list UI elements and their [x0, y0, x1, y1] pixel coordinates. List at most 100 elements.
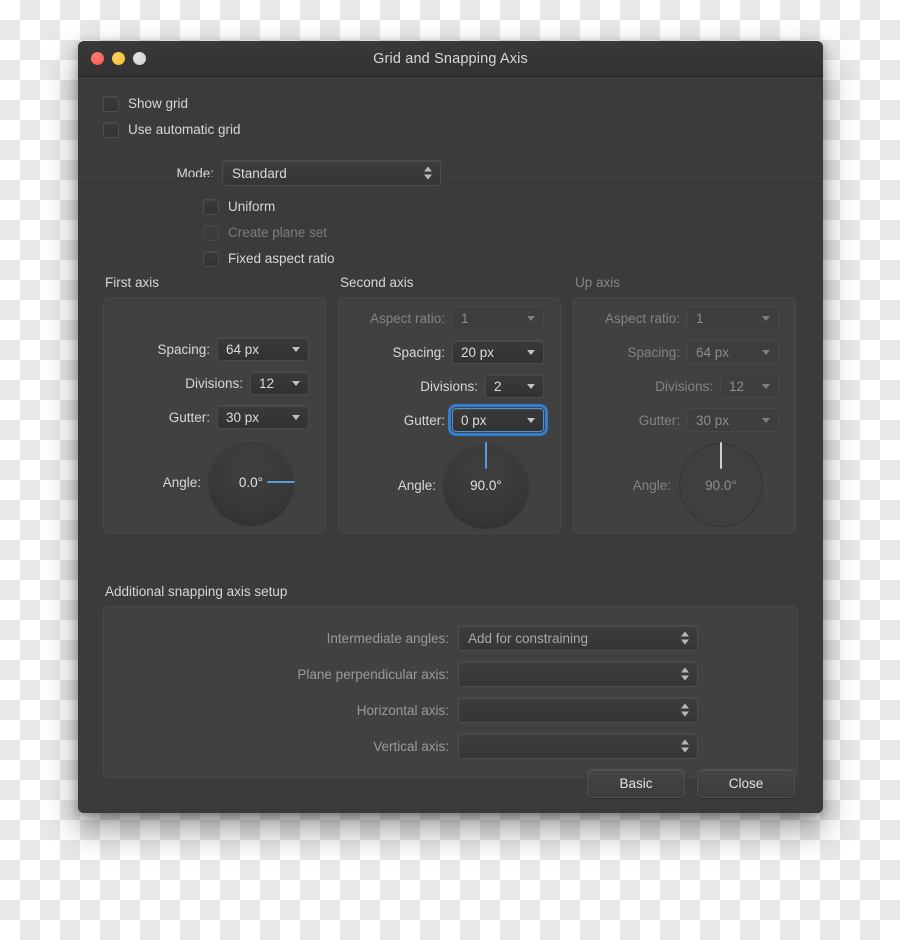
- window-title: Grid and Snapping Axis: [373, 50, 528, 67]
- window-titlebar[interactable]: Grid and Snapping Axis: [78, 41, 823, 77]
- fixed-aspect-ratio-checkbox[interactable]: [203, 250, 219, 267]
- second-axis-aspect-ratio-value: 1: [461, 310, 469, 326]
- plane-perpendicular-axis-select[interactable]: [458, 661, 698, 687]
- vertical-axis-select[interactable]: [458, 733, 698, 759]
- second-axis-gutter-select[interactable]: 0 px: [448, 404, 548, 436]
- up-axis-spacing-row: Spacing: 64 px: [574, 340, 779, 364]
- checkbox-row-uniform[interactable]: Uniform: [203, 194, 823, 219]
- basic-button[interactable]: Basic: [587, 769, 685, 798]
- first-axis-spacing-select[interactable]: 64 px: [217, 337, 309, 361]
- up-axis-gutter-select: 30 px: [687, 408, 779, 432]
- mode-select-value: Standard: [232, 165, 287, 181]
- window-body: Show grid Use automatic grid Mode: Stand…: [78, 77, 823, 813]
- up-axis-spacing-value: 64 px: [696, 344, 730, 360]
- second-axis-angle-label: Angle:: [397, 477, 436, 493]
- first-axis-spacing-label: Spacing:: [157, 341, 210, 357]
- chevron-down-icon: [292, 415, 300, 420]
- up-axis-angle-dial: 90.0°: [679, 442, 763, 527]
- intermediate-angles-label: Intermediate angles:: [326, 630, 449, 646]
- additional-snapping-title: Additional snapping axis setup: [105, 584, 288, 599]
- checkbox-row-fixed-aspect-ratio[interactable]: Fixed aspect ratio: [203, 246, 823, 271]
- dial-needle-icon: [267, 481, 295, 483]
- second-axis-angle-row: Angle: 90.0°: [339, 442, 544, 527]
- chevron-down-icon: [527, 316, 535, 321]
- use-automatic-grid-checkbox[interactable]: [103, 121, 119, 138]
- checkbox-row-show-grid[interactable]: Show grid: [103, 91, 823, 116]
- additional-snapping-section: Additional snapping axis setup Intermedi…: [103, 584, 798, 778]
- stepper-arrows-icon: [681, 703, 689, 717]
- second-axis-divisions-label: Divisions:: [420, 378, 478, 394]
- chevron-down-icon: [527, 384, 535, 389]
- second-axis-title: Second axis: [340, 275, 414, 290]
- show-grid-checkbox[interactable]: [103, 95, 119, 112]
- footer-buttons: Basic Close: [78, 769, 823, 798]
- axis-groups: First axis Spacing: 64 px Divisions: 12 …: [103, 275, 798, 534]
- mode-row: Mode: Standard: [78, 160, 823, 186]
- checkbox-row-create-plane-set: Create plane set: [203, 220, 823, 245]
- minimize-window-button[interactable]: [112, 52, 125, 65]
- first-axis-box: Spacing: 64 px Divisions: 12 Gutter: 30 …: [103, 297, 326, 534]
- fixed-aspect-ratio-label: Fixed aspect ratio: [228, 251, 335, 266]
- intermediate-angles-value: Add for constraining: [468, 630, 589, 646]
- intermediate-angles-row: Intermediate angles: Add for constrainin…: [104, 625, 797, 651]
- first-axis-spacing-value: 64 px: [226, 341, 260, 357]
- horizontal-axis-select[interactable]: [458, 697, 698, 723]
- second-axis-gutter-value: 0 px: [461, 412, 487, 428]
- chevron-down-icon: [762, 350, 770, 355]
- grid-snapping-axis-window: Grid and Snapping Axis Show grid Use aut…: [78, 41, 823, 813]
- second-axis-gutter-row: Gutter: 0 px: [339, 404, 548, 436]
- up-axis-aspect-ratio-select: 1: [687, 306, 779, 330]
- first-axis-angle-dial[interactable]: 0.0°: [209, 440, 295, 524]
- plane-perpendicular-axis-row: Plane perpendicular axis:: [104, 661, 797, 687]
- up-axis-divisions-value: 12: [729, 378, 745, 394]
- show-grid-label: Show grid: [128, 96, 189, 111]
- first-axis-title: First axis: [105, 275, 159, 290]
- up-axis-box: Aspect ratio: 1 Spacing: 64 px Divisions…: [573, 297, 796, 534]
- first-axis-gutter-value: 30 px: [226, 409, 260, 425]
- second-axis-aspect-ratio-row: Aspect ratio: 1: [339, 306, 544, 330]
- up-axis-angle-row: Angle: 90.0°: [574, 442, 779, 527]
- second-axis-spacing-row: Spacing: 20 px: [339, 340, 544, 364]
- first-axis-gutter-label: Gutter:: [168, 409, 210, 425]
- up-axis-gutter-value: 30 px: [696, 412, 730, 428]
- first-axis-divisions-label: Divisions:: [185, 375, 243, 391]
- first-axis-divisions-row: Divisions: 12: [104, 371, 309, 395]
- first-axis-gutter-row: Gutter: 30 px: [104, 405, 309, 429]
- grid-toggle-group: Show grid Use automatic grid: [78, 77, 823, 142]
- horizontal-axis-row: Horizontal axis:: [104, 697, 797, 723]
- up-axis-gutter-label: Gutter:: [638, 412, 680, 428]
- up-axis-gutter-row: Gutter: 30 px: [574, 408, 779, 432]
- up-axis-divisions-row: Divisions: 12: [574, 374, 779, 398]
- create-plane-set-checkbox: [203, 224, 219, 241]
- mode-select[interactable]: Standard: [222, 160, 441, 186]
- stepper-arrows-icon: [681, 667, 689, 681]
- up-axis-aspect-ratio-row: Aspect ratio: 1: [574, 306, 779, 330]
- chevron-down-icon: [527, 350, 535, 355]
- close-window-button[interactable]: [91, 52, 104, 65]
- second-axis-box: Aspect ratio: 1 Spacing: 20 px Divisions…: [338, 297, 561, 534]
- second-axis-spacing-label: Spacing:: [392, 344, 445, 360]
- second-axis-divisions-select[interactable]: 2: [485, 374, 544, 398]
- horizontal-axis-label: Horizontal axis:: [356, 702, 449, 718]
- first-axis-gutter-select[interactable]: 30 px: [217, 405, 309, 429]
- up-axis-group: Up axis Aspect ratio: 1 Spacing: 64 px D…: [573, 275, 796, 534]
- stepper-arrows-icon: [681, 631, 689, 645]
- dial-needle-icon: [720, 442, 722, 469]
- checkbox-row-use-automatic-grid[interactable]: Use automatic grid: [103, 117, 823, 142]
- intermediate-angles-select[interactable]: Add for constraining: [458, 625, 698, 651]
- maximize-window-button[interactable]: [133, 52, 146, 65]
- mode-options-group: Uniform Create plane set Fixed aspect ra…: [78, 186, 823, 271]
- second-axis-group: Second axis Aspect ratio: 1 Spacing: 20 …: [338, 275, 561, 534]
- up-axis-aspect-ratio-value: 1: [696, 310, 704, 326]
- first-axis-divisions-select[interactable]: 12: [250, 371, 309, 395]
- second-axis-divisions-value: 2: [494, 378, 502, 394]
- close-button[interactable]: Close: [697, 769, 795, 798]
- first-axis-group: First axis Spacing: 64 px Divisions: 12 …: [103, 275, 326, 534]
- uniform-checkbox[interactable]: [203, 198, 219, 215]
- stepper-arrows-icon: [681, 739, 689, 753]
- second-axis-angle-dial[interactable]: 90.0°: [444, 442, 528, 527]
- vertical-axis-label: Vertical axis:: [373, 738, 449, 754]
- chevron-down-icon: [292, 381, 300, 386]
- chevron-down-icon: [762, 418, 770, 423]
- second-axis-spacing-select[interactable]: 20 px: [452, 340, 544, 364]
